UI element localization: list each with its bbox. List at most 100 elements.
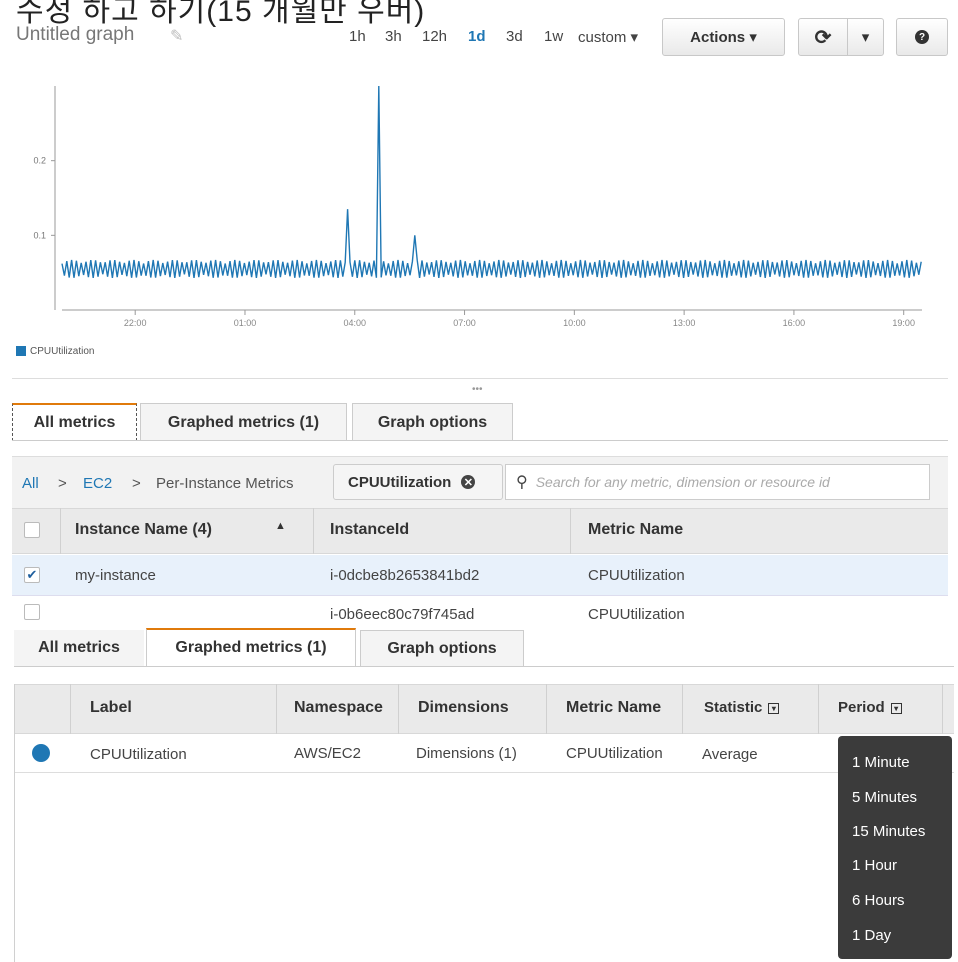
col-metric-name[interactable]: Metric Name bbox=[588, 521, 683, 539]
tab-graph-options[interactable]: Graph options bbox=[352, 403, 513, 441]
x-tick-label: 04:00 bbox=[344, 318, 367, 328]
refresh-button[interactable]: ⟳ bbox=[798, 18, 848, 56]
breadcrumb-ec2[interactable]: EC2 bbox=[83, 475, 112, 492]
select-all-checkbox[interactable] bbox=[24, 522, 40, 538]
column-divider bbox=[942, 684, 943, 734]
legend-swatch bbox=[16, 346, 26, 356]
y-tick-label: 0.1 bbox=[33, 230, 46, 240]
column-divider bbox=[276, 684, 277, 734]
period-dropdown-menu: 1 Minute 5 Minutes 15 Minutes 1 Hour 6 H… bbox=[838, 736, 952, 959]
help-button[interactable]: ? bbox=[896, 18, 948, 56]
breadcrumb-sep: > bbox=[58, 475, 67, 492]
breadcrumb-all[interactable]: All bbox=[22, 475, 39, 492]
cpu-utilization-chart: 0.2 0.1 22:00 01:00 04:00 07:00 10:00 13:00 16:0… bbox=[33, 85, 922, 328]
x-tick-label: 16:00 bbox=[783, 318, 806, 328]
caret-down-icon: ▾ bbox=[861, 29, 870, 46]
graphed-metrics-panel bbox=[0, 626, 958, 962]
col-instance-id[interactable]: InstanceId bbox=[330, 521, 409, 539]
close-icon[interactable]: ✕ bbox=[461, 475, 476, 489]
column-divider bbox=[546, 684, 547, 734]
row-instance-name: my-instance bbox=[75, 567, 156, 584]
range-1w[interactable]: 1w bbox=[544, 28, 563, 45]
refresh-options-button[interactable]: ▾ bbox=[847, 18, 884, 56]
panel-left-border bbox=[14, 684, 15, 962]
column-divider bbox=[60, 508, 61, 554]
chevron-down-icon: ▾ bbox=[630, 29, 639, 46]
x-tick-label: 01:00 bbox=[234, 318, 257, 328]
sort-asc-icon[interactable]: ▲ bbox=[275, 520, 286, 532]
help-icon: ? bbox=[915, 30, 929, 44]
tab-graphed-metrics[interactable]: Graphed metrics (1) bbox=[140, 403, 347, 441]
column-divider bbox=[313, 508, 314, 554]
row-metric-name: CPUUtilization bbox=[588, 567, 685, 584]
row-metric-name: CPUUtilization bbox=[566, 745, 663, 762]
pencil-icon[interactable]: ✎ bbox=[170, 26, 183, 46]
period-option-6-hours[interactable]: 6 Hours bbox=[852, 892, 905, 909]
refresh-icon: ⟳ bbox=[814, 26, 832, 49]
range-12h[interactable]: 12h bbox=[422, 28, 447, 45]
caret-down-icon: ▾ bbox=[749, 29, 757, 46]
period-option-15-minutes[interactable]: 15 Minutes bbox=[852, 823, 925, 840]
period-option-1-hour[interactable]: 1 Hour bbox=[852, 857, 897, 874]
range-1d[interactable]: 1d bbox=[468, 28, 486, 45]
tab-graphed-metrics[interactable]: Graphed metrics (1) bbox=[146, 628, 356, 666]
search-input[interactable]: ⚲ Search for any metric, dimension or re… bbox=[505, 464, 930, 500]
x-tick-label: 13:00 bbox=[673, 318, 696, 328]
filter-dropdown-icon[interactable]: ▾ bbox=[768, 702, 780, 714]
range-custom-label: custom bbox=[578, 29, 627, 46]
tab-underline bbox=[14, 666, 954, 667]
series-line-cpuutilization bbox=[61, 85, 922, 278]
col-label[interactable]: Label bbox=[90, 699, 132, 717]
legend-label: CPUUtilization bbox=[30, 346, 95, 357]
x-tick-label: 22:00 bbox=[124, 318, 147, 328]
row-checkbox[interactable]: ✔ bbox=[24, 567, 40, 583]
resize-grip-icon[interactable]: ••• bbox=[472, 384, 483, 395]
row-metric-name: CPUUtilization bbox=[588, 606, 685, 623]
range-1h[interactable]: 1h bbox=[349, 28, 366, 45]
row-namespace: AWS/EC2 bbox=[294, 745, 361, 762]
column-divider bbox=[398, 684, 399, 734]
search-placeholder: Search for any metric, dimension or reso… bbox=[535, 474, 830, 490]
tab-all-metrics[interactable]: All metrics bbox=[14, 630, 144, 666]
col-period-label: Period bbox=[838, 699, 885, 716]
filter-chip[interactable]: CPUUtilization ✕ bbox=[333, 464, 503, 500]
tab-all-metrics[interactable]: All metrics bbox=[12, 403, 137, 441]
col-statistic[interactable]: Statistic ▾ bbox=[704, 699, 780, 716]
col-instance-name[interactable]: Instance Name (4) bbox=[75, 521, 212, 539]
column-divider bbox=[818, 684, 819, 734]
tab-graph-options[interactable]: Graph options bbox=[360, 630, 524, 666]
breadcrumb-sep: > bbox=[132, 475, 141, 492]
col-period[interactable]: Period ▾ bbox=[838, 699, 902, 716]
table-row[interactable] bbox=[12, 596, 948, 626]
range-custom[interactable]: custom ▾ bbox=[578, 28, 638, 46]
search-icon: ⚲ bbox=[516, 474, 528, 491]
range-3d[interactable]: 3d bbox=[506, 28, 523, 45]
column-divider bbox=[70, 684, 71, 734]
col-metric-name[interactable]: Metric Name bbox=[566, 699, 661, 717]
row-dimensions[interactable]: Dimensions (1) bbox=[416, 745, 517, 762]
tab-underline bbox=[12, 440, 948, 441]
col-namespace[interactable]: Namespace bbox=[294, 699, 383, 717]
series-color-swatch[interactable] bbox=[32, 744, 50, 762]
filter-dropdown-icon[interactable]: ▾ bbox=[890, 702, 902, 714]
range-3h[interactable]: 3h bbox=[385, 28, 402, 45]
col-statistic-label: Statistic bbox=[704, 699, 763, 716]
actions-button[interactable]: Actions ▾ bbox=[662, 18, 785, 56]
period-option-1-day[interactable]: 1 Day bbox=[852, 927, 891, 944]
x-tick-label: 19:00 bbox=[892, 318, 915, 328]
period-option-5-minutes[interactable]: 5 Minutes bbox=[852, 789, 917, 806]
row-checkbox[interactable] bbox=[24, 604, 40, 620]
column-divider bbox=[570, 508, 571, 554]
row-statistic[interactable]: Average bbox=[702, 746, 758, 763]
row-label[interactable]: CPUUtilization bbox=[90, 746, 187, 763]
row-instance-id: i-0dcbe8b2653841bd2 bbox=[330, 567, 480, 584]
graph-title[interactable]: Untitled graph bbox=[16, 24, 134, 46]
x-tick-label: 07:00 bbox=[453, 318, 476, 328]
breadcrumb-per-instance: Per-Instance Metrics bbox=[156, 475, 294, 492]
x-tick-label: 10:00 bbox=[563, 318, 586, 328]
col-dimensions[interactable]: Dimensions bbox=[418, 699, 509, 717]
column-divider bbox=[682, 684, 683, 734]
filter-chip-label: CPUUtilization bbox=[348, 473, 452, 491]
row-instance-id: i-0b6eec80c79f745ad bbox=[330, 606, 475, 623]
period-option-1-minute[interactable]: 1 Minute bbox=[852, 754, 910, 771]
